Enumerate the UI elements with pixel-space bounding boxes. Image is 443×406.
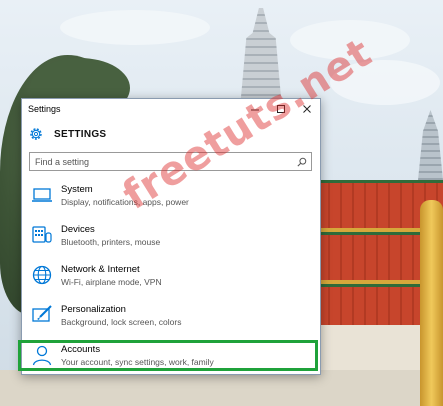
maximize-button[interactable] xyxy=(268,99,294,119)
close-icon xyxy=(303,105,311,113)
maximize-icon xyxy=(277,105,285,113)
category-description: Background, lock screen, colors xyxy=(61,317,182,327)
category-description: Your account, sync settings, work, famil… xyxy=(61,357,214,367)
category-description: Wi-Fi, airplane mode, VPN xyxy=(61,277,162,287)
category-description: Bluetooth, printers, mouse xyxy=(61,237,161,247)
category-accounts[interactable]: Accounts Your account, sync settings, wo… xyxy=(22,339,320,374)
category-system[interactable]: System Display, notifications, apps, pow… xyxy=(22,179,320,219)
close-button[interactable] xyxy=(294,99,320,119)
globe-icon xyxy=(32,265,52,285)
category-list: System Display, notifications, apps, pow… xyxy=(22,179,320,374)
minimize-icon xyxy=(251,109,259,111)
minimize-button[interactable] xyxy=(242,99,268,119)
category-name: Personalization xyxy=(61,304,126,315)
category-name: Accounts xyxy=(61,344,101,355)
page-title: SETTINGS xyxy=(54,128,107,140)
category-personalization[interactable]: Personalization Background, lock screen,… xyxy=(22,299,320,339)
search-placeholder: Find a setting xyxy=(35,156,90,167)
category-name: Network & Internet xyxy=(61,264,140,275)
title-bar[interactable]: Settings xyxy=(22,99,320,119)
category-name: System xyxy=(61,184,93,195)
laptop-icon xyxy=(32,188,52,202)
settings-window: Settings SETTINGS Find a setting System … xyxy=(21,98,321,375)
paint-icon xyxy=(32,305,52,322)
search-input[interactable]: Find a setting xyxy=(29,152,312,171)
category-name: Devices xyxy=(61,224,95,235)
person-icon xyxy=(32,345,52,366)
category-description: Display, notifications, apps, power xyxy=(61,197,189,207)
category-network[interactable]: Network & Internet Wi-Fi, airplane mode,… xyxy=(22,259,320,299)
keyboard-icon xyxy=(32,226,52,243)
gear-icon xyxy=(30,128,42,140)
search-icon[interactable] xyxy=(297,157,307,167)
category-devices[interactable]: Devices Bluetooth, printers, mouse xyxy=(22,219,320,259)
window-title: Settings xyxy=(28,104,61,114)
settings-header: SETTINGS xyxy=(28,125,320,143)
